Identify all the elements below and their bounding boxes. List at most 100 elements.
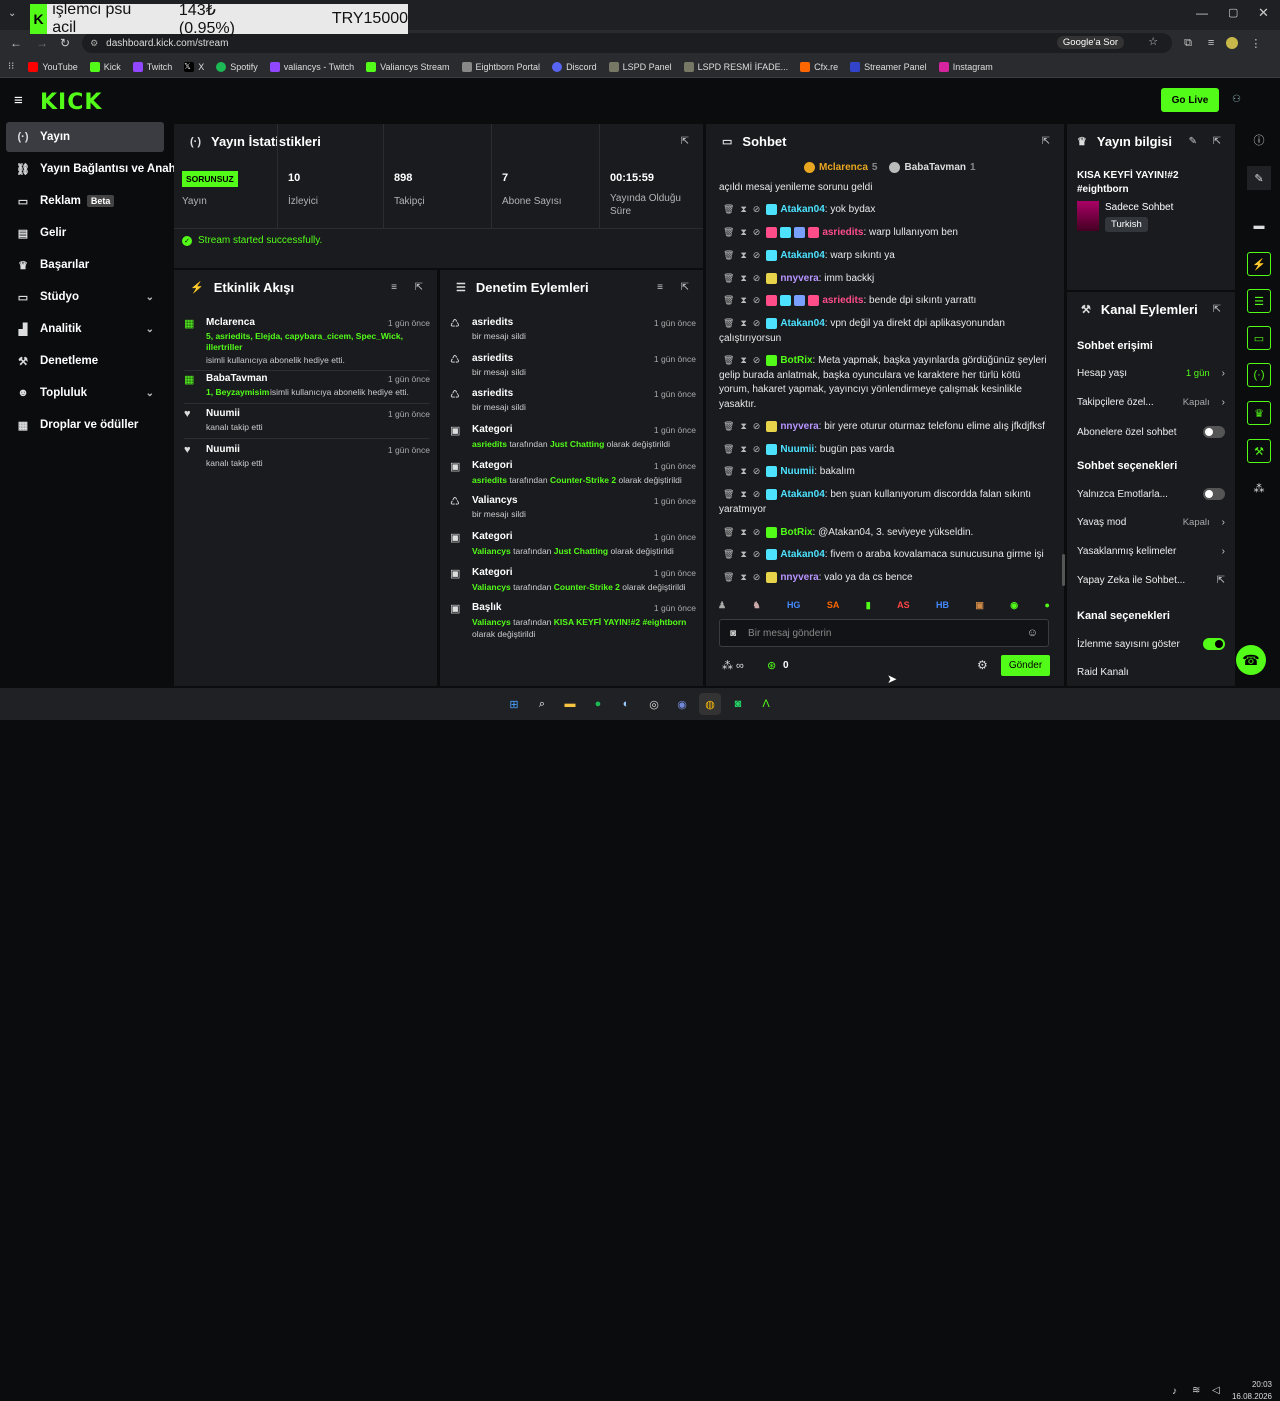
timeout-icon[interactable]: ⧗ <box>740 466 746 476</box>
sidebar-item-stream-key[interactable]: ⛓Yayın Bağlantısı ve Anahtarı <box>6 154 178 184</box>
ban-icon[interactable]: ⊘ <box>753 549 761 559</box>
volume-icon[interactable]: ◁ <box>1212 1385 1220 1396</box>
bookmark-discord[interactable]: Discord <box>552 61 597 72</box>
hamburger-icon[interactable]: ≡ <box>14 92 23 109</box>
users-icon[interactable]: ⁂ ∞ <box>722 659 744 672</box>
emote-only-toggle[interactable] <box>1203 488 1225 500</box>
delete-icon[interactable]: 🗑 <box>723 355 734 365</box>
bookmark-valiancys-twitch[interactable]: valiancys - Twitch <box>269 61 354 72</box>
info-icon[interactable]: ⓘ <box>1247 128 1271 152</box>
apps-icon[interactable]: ⁝⁝ <box>8 61 14 72</box>
ban-icon[interactable]: ⊘ <box>753 227 761 237</box>
bookmark-x[interactable]: 𝕏X <box>184 61 204 72</box>
bookmark-instagram[interactable]: Instagram <box>938 61 993 72</box>
popout-icon[interactable]: ⇱ <box>415 282 423 293</box>
delete-icon[interactable]: 🗑 <box>723 295 734 305</box>
whatsapp-icon[interactable]: ◙ <box>727 693 749 715</box>
emote-icon[interactable]: ▣ <box>975 600 984 611</box>
discord-icon[interactable]: ◉ <box>671 693 693 715</box>
maximize-icon[interactable]: ▢ <box>1228 6 1238 19</box>
sidebar-item-topluluk[interactable]: ☻ Topluluk ⌄ <box>6 378 164 408</box>
delete-icon[interactable]: 🗑 <box>723 421 734 431</box>
windows-start-icon[interactable]: ⊞ <box>503 693 525 715</box>
ban-icon[interactable]: ⊘ <box>753 295 761 305</box>
profile-avatar[interactable] <box>1226 37 1239 49</box>
sidebar-item-droplar[interactable]: ▦ Droplar ve ödüller <box>6 410 164 440</box>
filter-icon[interactable]: ≡ <box>391 282 397 293</box>
ban-icon[interactable]: ⊘ <box>753 204 761 214</box>
bookmark-lspd-resmi[interactable]: LSPD RESMİ İFADE... <box>683 61 788 72</box>
ban-icon[interactable]: ⊘ <box>753 421 761 431</box>
timeout-icon[interactable]: ⧗ <box>740 572 746 582</box>
app-icon[interactable]: Λ <box>755 693 777 715</box>
sidebar-item-analitik[interactable]: ▟ Analitik ⌄ <box>6 314 164 344</box>
ban-icon[interactable]: ⊘ <box>753 355 761 365</box>
delete-icon[interactable]: 🗑 <box>723 273 734 283</box>
emote-icon[interactable]: ◉ <box>1010 600 1018 611</box>
close-icon[interactable]: ✕ <box>1258 5 1269 21</box>
send-button[interactable]: Gönder <box>1001 655 1050 676</box>
mic-icon[interactable]: ♪ <box>1172 1386 1177 1397</box>
pencil-icon[interactable]: ✎ <box>1247 166 1271 190</box>
edit-icon[interactable]: ✎ <box>1189 136 1197 147</box>
forward-icon[interactable]: → <box>36 36 48 50</box>
delete-icon[interactable]: 🗑 <box>723 318 734 328</box>
ai-chat-setting[interactable]: Yapay Zeka ile Sohbet... ⇱ <box>1077 575 1225 586</box>
sidebar-item-reklam[interactable]: ▭ Reklam Beta <box>6 186 164 216</box>
media-icon[interactable]: ≡ <box>1208 37 1214 49</box>
ban-icon[interactable]: ⊘ <box>753 572 761 582</box>
delete-icon[interactable]: 🗑 <box>723 466 734 476</box>
filter-icon[interactable]: ≡ <box>657 282 663 293</box>
delete-icon[interactable]: 🗑 <box>723 489 734 499</box>
popout-icon[interactable]: ⇱ <box>1042 136 1050 147</box>
ban-icon[interactable]: ⊘ <box>753 273 761 283</box>
reload-icon[interactable]: ↻ <box>60 36 70 50</box>
folder-icon[interactable]: ▬ <box>559 693 581 715</box>
card-icon[interactable]: ▬ <box>1247 214 1271 238</box>
bookmark-spotify[interactable]: Spotify <box>216 61 258 72</box>
bolt-icon[interactable]: ⚡ <box>1247 252 1271 276</box>
timeout-icon[interactable]: ⧗ <box>740 489 746 499</box>
gear-icon[interactable]: ⚙ <box>977 658 988 672</box>
timeout-icon[interactable]: ⧗ <box>740 204 746 214</box>
wifi-icon[interactable]: ≋ <box>1192 1385 1200 1396</box>
subscribers-only-toggle[interactable] <box>1203 426 1225 438</box>
extensions-icon[interactable]: ⧉ <box>1184 37 1192 50</box>
emote-icon[interactable]: HG <box>787 600 801 610</box>
trophy-icon[interactable]: ♛ <box>1247 401 1271 425</box>
sidebar-item-basarilar[interactable]: ♛ Başarılar <box>6 250 164 280</box>
timeout-icon[interactable]: ⧗ <box>740 421 746 431</box>
emoji-icon[interactable]: ☺ <box>1027 627 1038 639</box>
timeout-icon[interactable]: ⧗ <box>740 527 746 537</box>
emote-icon[interactable]: HB <box>936 600 949 610</box>
bookmark-valiancys-stream[interactable]: Valiancys Stream <box>366 61 450 72</box>
site-info-icon[interactable]: ⚙ <box>90 38 98 49</box>
bookmark-kick[interactable]: Kick <box>89 61 121 72</box>
timeout-icon[interactable]: ⧗ <box>740 355 746 365</box>
star-icon[interactable]: ☆ <box>1148 35 1158 48</box>
delete-icon[interactable]: 🗑 <box>723 549 734 559</box>
timeout-icon[interactable]: ⧗ <box>740 227 746 237</box>
search-icon[interactable]: ⌕ <box>531 693 553 715</box>
delete-icon[interactable]: 🗑 <box>723 204 734 214</box>
emote-icon[interactable]: ▮ <box>866 600 871 611</box>
emote-icon[interactable]: AS <box>897 600 910 610</box>
google-ask-button[interactable]: Google'a Sor <box>1056 36 1125 49</box>
delete-icon[interactable]: 🗑 <box>723 250 734 260</box>
timeout-icon[interactable]: ⧗ <box>740 295 746 305</box>
followers-only-setting[interactable]: Takipçilere özel... Kapalı › <box>1077 397 1225 408</box>
bookmark-streamer-panel[interactable]: Streamer Panel <box>850 61 927 72</box>
account-age-setting[interactable]: Hesap yaşı 1 gün › <box>1077 368 1225 379</box>
minimize-icon[interactable]: — <box>1196 6 1208 20</box>
ban-icon[interactable]: ⊘ <box>753 466 761 476</box>
bookmark-youtube[interactable]: YouTube <box>28 61 78 72</box>
chrome-icon[interactable]: ◍ <box>699 693 721 715</box>
chat-icon[interactable]: ▭ <box>1247 326 1271 350</box>
go-live-button[interactable]: Go Live <box>1161 88 1219 112</box>
list-icon[interactable]: ☰ <box>1247 289 1271 313</box>
ban-icon[interactable]: ⊘ <box>753 527 761 537</box>
slow-mode-setting[interactable]: Yavaş mod Kapalı › <box>1077 517 1225 528</box>
sidebar-item-yayin[interactable]: (·) Yayın <box>6 122 164 152</box>
tab-list-icon[interactable]: ⌄ <box>8 8 16 19</box>
popout-icon[interactable]: ⇱ <box>681 282 689 293</box>
